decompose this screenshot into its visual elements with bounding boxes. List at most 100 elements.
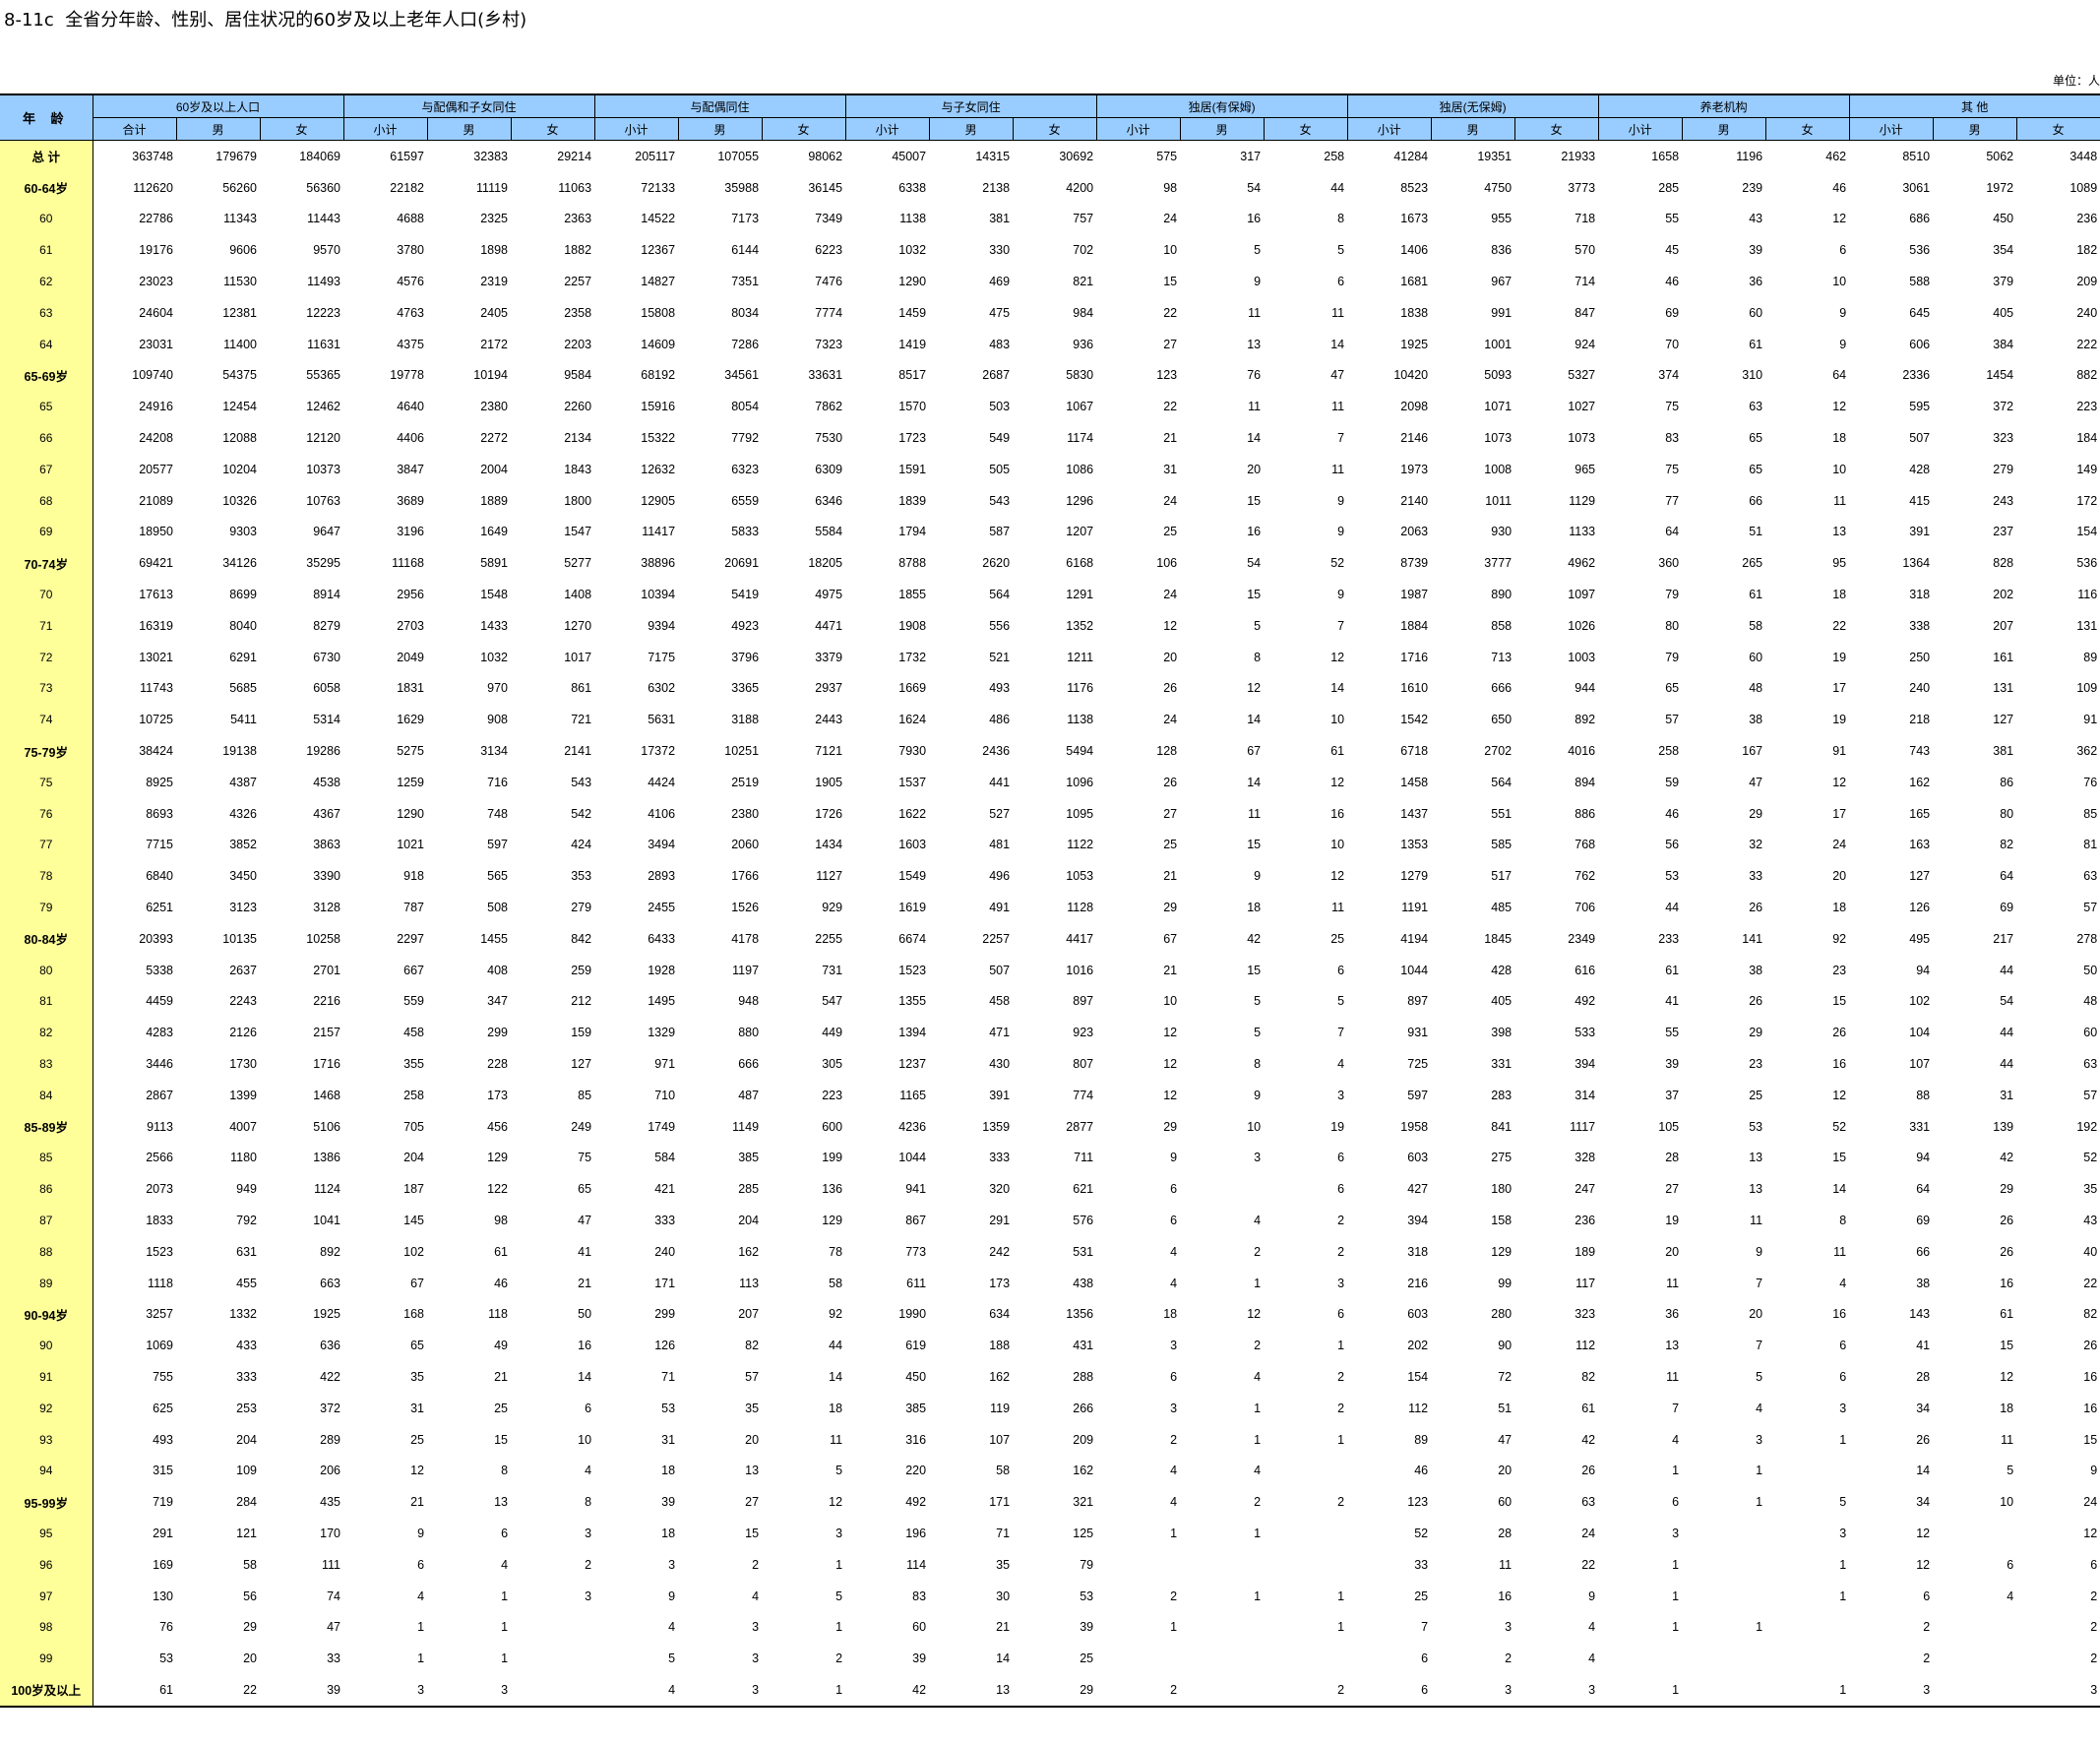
value-cell: 26 [2083,1339,2098,1353]
value-cell: 113 [739,1276,760,1290]
value-cell: 1730 [229,1057,257,1071]
value-cell: 1843 [564,462,592,476]
value-cell: 43 [2083,1213,2098,1227]
value-cell: 7286 [731,337,760,351]
value-cell: 650 [1491,713,1513,727]
value-cell: 2877 [1066,1119,1094,1134]
value-cell: 14 [1916,1464,1931,1478]
table-row: 90-94岁 3257 1332 1925 168 118 50 299 207 92 1990 63… [0,1298,2100,1331]
value-cell: 6346 [815,493,843,508]
value-cell: 16 [1832,1057,1847,1071]
value-cell: 60 [1749,305,1763,320]
value-cell: 3365 [731,681,760,696]
value-cell: 6 [1337,275,1345,289]
value-cell: 565 [487,869,509,884]
value-cell: 22 [1581,1557,1596,1572]
value-cell: 570 [1575,243,1596,258]
value-cell: 76 [1247,368,1262,383]
value-cell: 89 [2083,650,2098,664]
value-cell: 1 [1765,1674,1850,1708]
age-cell: 61 [0,234,93,267]
value-cell: 5494 [1066,744,1094,759]
value-cell: 114 [906,1557,927,1572]
value-cell: 6302 [648,681,676,696]
value-cell [511,1674,595,1708]
value-cell: 75 [1665,400,1680,414]
value-cell: 597 [1407,1088,1429,1102]
value-cell: 12 [1163,618,1178,633]
value-cell: 381 [989,212,1011,226]
value-cell: 10 [1163,243,1178,258]
value-cell: 774 [1073,1088,1094,1102]
value-cell: 2336 [1902,368,1931,383]
value-cell: 192 [2076,1119,2098,1134]
value-cell: 1197 [732,963,760,977]
value-cell: 4923 [731,618,760,633]
value-cell: 415 [1909,493,1931,508]
value-cell: 12 [829,1495,843,1510]
value-cell: 4106 [648,806,676,821]
value-cell: 8034 [731,305,760,320]
value-cell: 82 [1581,1369,1596,1384]
value-cell: 3196 [397,525,425,539]
value-cell: 1884 [1400,618,1429,633]
value-cell: 47 [1749,775,1763,789]
value-cell: 2141 [564,744,592,759]
value-cell: 3 [343,1674,428,1708]
value-cell: 106 [1156,556,1178,571]
value-cell: 162 [1909,775,1931,789]
age-cell: 82 [0,1017,93,1049]
value-cell: 63 [1581,1495,1596,1510]
value-cell: 606 [1909,337,1931,351]
value-cell: 162 [1073,1464,1094,1478]
value-cell: 51 [1498,1401,1513,1415]
value-cell: 26 [1749,901,1763,915]
value-cell: 14 [1832,1182,1847,1197]
value-cell: 3780 [397,243,425,258]
age-cell: 79 [0,892,93,923]
value-cell: 242 [989,1244,1011,1259]
table-row: 65-69岁 109740 54375 55365 19778 10194 9584 6819… [0,359,2100,392]
value-cell: 41284 [1393,149,1429,163]
value-cell: 2 [2090,1589,2098,1603]
value-cell: 69421 [139,556,173,571]
value-cell: 2134 [564,431,592,446]
value-cell [1264,1518,1347,1549]
value-cell: 41 [1665,994,1680,1009]
value-cell: 1003 [1568,650,1596,664]
value-cell [1682,1674,1766,1708]
value-cell: 89 [1414,1432,1429,1447]
value-cell: 17 [1832,681,1847,696]
value-cell: 32383 [473,149,509,163]
value-cell: 16 [2000,1276,2014,1290]
value-cell: 285 [738,1182,760,1197]
age-cell: 95 [0,1518,93,1549]
value-cell: 12120 [306,431,341,446]
value-cell: 53 [1665,869,1680,884]
age-cell: 73 [0,672,93,705]
value-cell: 27 [1163,806,1178,821]
value-cell: 25 [1163,838,1178,852]
value-cell: 12632 [641,462,676,476]
value-cell: 69 [1916,1213,1931,1227]
value-cell: 130 [153,1589,173,1603]
value-cell: 117 [1575,1276,1596,1290]
value-cell: 11 [1248,806,1262,821]
value-cell: 10 [1163,994,1178,1009]
value-cell: 4538 [313,775,341,789]
value-cell: 199 [822,1151,843,1165]
value-cell: 625 [153,1401,173,1415]
value-cell: 1353 [1400,838,1429,852]
value-cell: 1044 [898,1151,927,1165]
value-cell: 310 [1742,368,1763,383]
value-cell: 15 [1832,994,1847,1009]
value-cell: 847 [1575,305,1596,320]
value-cell: 331 [1491,1057,1513,1071]
value-cell: 52 [2083,1151,2098,1165]
value-cell: 576 [1073,1213,1094,1227]
value-cell: 16 [1330,806,1345,821]
value-cell: 965 [1575,462,1596,476]
value-cell: 39 [1665,1057,1680,1071]
value-cell: 94 [1916,963,1931,977]
age-cell: 62 [0,266,93,297]
